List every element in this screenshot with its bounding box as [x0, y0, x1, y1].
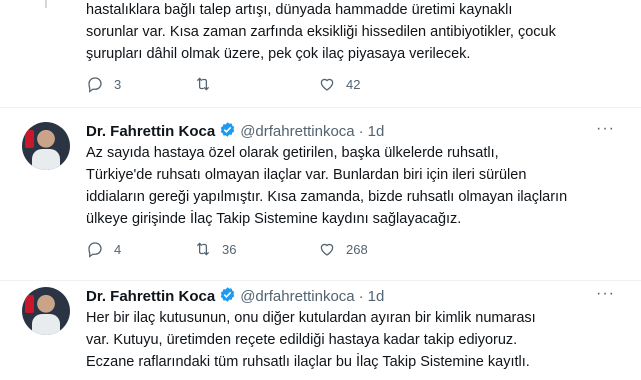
avatar[interactable]: [22, 287, 70, 335]
flag-icon: [25, 130, 34, 148]
author-name[interactable]: Dr. Fahrettin Koca: [86, 123, 215, 140]
retweet-button[interactable]: [194, 75, 222, 93]
tweet-2[interactable]: Dr. Fahrettin Koca @drfahrettinkoca · 1d…: [0, 108, 641, 280]
author-handle[interactable]: @drfahrettinkoca: [240, 123, 354, 140]
timestamp[interactable]: 1d: [368, 123, 385, 140]
tweet-actions: 4 36 268: [86, 240, 606, 262]
like-button[interactable]: 268: [318, 240, 368, 258]
like-icon: [320, 78, 334, 91]
more-options-icon[interactable]: ···: [596, 285, 615, 303]
tweet-header: Dr. Fahrettin Koca @drfahrettinkoca · 1d: [86, 286, 384, 307]
tweet-actions: 3 42: [86, 75, 606, 97]
timestamp[interactable]: 1d: [368, 288, 385, 305]
thread-line: [45, 0, 47, 8]
separator-dot: ·: [358, 288, 364, 305]
flag-icon: [25, 295, 34, 313]
retweet-icon: [196, 77, 210, 91]
tweet-text: Az sayıda hastaya özel olarak getirilen,…: [86, 145, 568, 227]
reply-count: 4: [114, 241, 122, 257]
separator-dot: ·: [358, 123, 364, 140]
author-name[interactable]: Dr. Fahrettin Koca: [86, 288, 215, 305]
retweet-count: 36: [222, 241, 237, 257]
author-handle[interactable]: @drfahrettinkoca: [240, 288, 354, 305]
reply-icon: [88, 77, 102, 93]
tweet-header: Dr. Fahrettin Koca @drfahrettinkoca · 1d: [86, 121, 384, 142]
verified-badge-icon: [219, 286, 236, 307]
tweet-3[interactable]: Dr. Fahrettin Koca @drfahrettinkoca · 1d…: [0, 281, 641, 380]
verified-badge-icon: [219, 121, 236, 142]
reply-count: 3: [114, 76, 122, 92]
like-button[interactable]: 42: [318, 75, 360, 93]
like-count: 42: [346, 76, 361, 92]
retweet-icon: [196, 242, 210, 256]
reply-button[interactable]: 4: [86, 240, 121, 258]
reply-icon: [88, 242, 102, 258]
tweet-1[interactable]: hastalıklara bağlı talep artışı, dünyada…: [0, 0, 641, 105]
like-count: 268: [346, 241, 368, 257]
tweet-text: Her bir ilaç kutusunun, onu diğer kutula…: [86, 310, 536, 370]
like-icon: [320, 243, 334, 256]
tweet-text: hastalıklara bağlı talep artışı, dünyada…: [86, 2, 556, 62]
more-options-icon[interactable]: ···: [596, 120, 615, 138]
avatar[interactable]: [22, 122, 70, 170]
reply-button[interactable]: 3: [86, 75, 121, 93]
retweet-button[interactable]: 36: [194, 240, 236, 258]
